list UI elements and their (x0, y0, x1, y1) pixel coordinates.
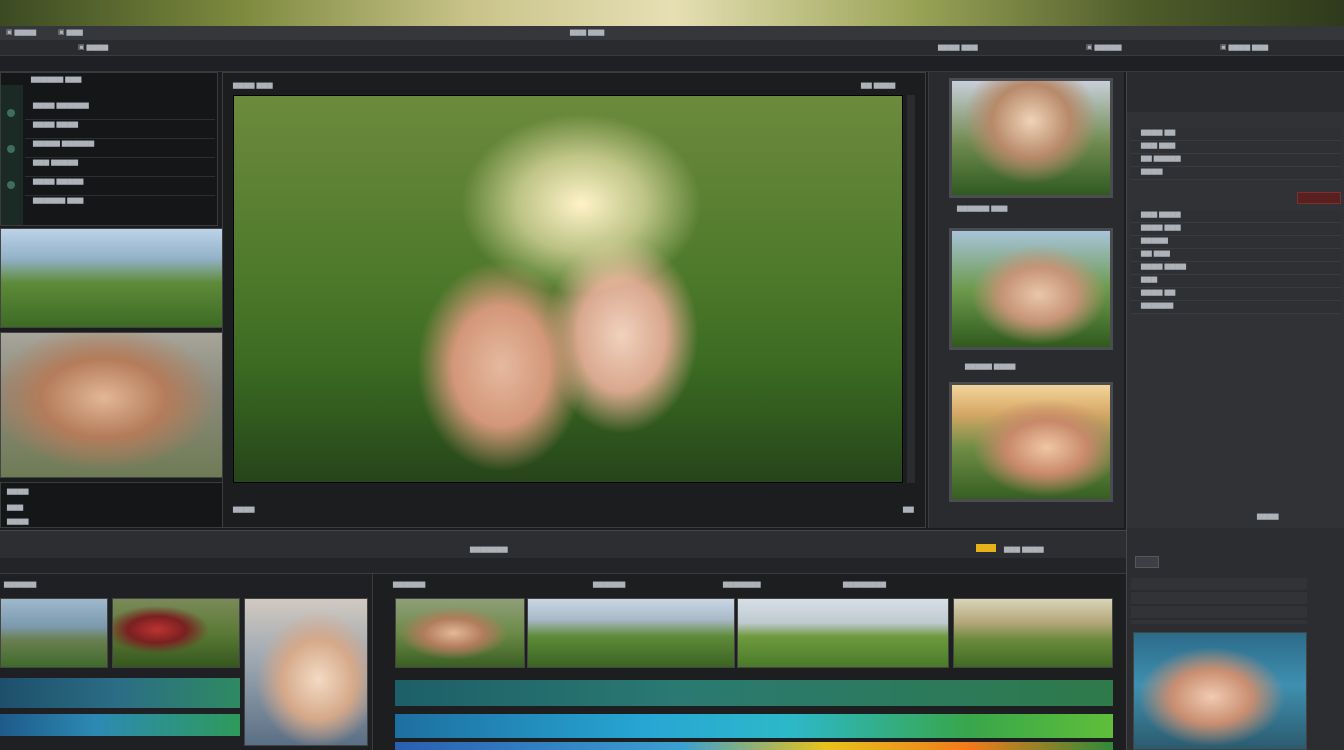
left-browser-panel: ▆▆▆▆▆▆ ▆▆▆ ▆▆▆▆ ▆▆▆▆▆▆ ▆▆▆▆ ▆▆▆▆ ▆▆▆▆▆ ▆… (0, 72, 218, 226)
timeline-main: ▆▆▆▆▆▆ ▆▆▆▆▆▆ ▆▆▆▆▆▆▆ ▆▆▆▆▆▆▆▆ (372, 574, 1126, 750)
bin-label: ▆▆▆▆▆▆ (4, 581, 37, 588)
left-media-thumbnail-landscape[interactable] (0, 228, 230, 328)
property-row[interactable]: ▆▆▆ (1131, 275, 1341, 288)
property-row[interactable]: ▆▆▆ ▆▆▆▆ (1131, 210, 1341, 223)
status-dot-icon (7, 145, 15, 153)
viewer-footer-left: ▆▆▆▆ (233, 506, 255, 513)
viewer-main-image[interactable] (233, 95, 903, 483)
timeline-right-label: ▆▆▆ ▆▆▆▆ (1004, 546, 1044, 553)
audio-track[interactable] (395, 680, 1113, 706)
video-clip[interactable] (527, 598, 735, 668)
top-toolbar: ▣ ▆▆▆▆ ▣ ▆▆▆ ▆▆▆ ▆▆▆ (0, 26, 1344, 40)
timeline-header: ▆▆▆▆▆▆▆ ▆▆▆ ▆▆▆▆ (0, 530, 1126, 558)
thumbnail-caption: ▆▆▆▆▆▆ ▆▆▆ (957, 205, 1008, 212)
clip-thumbnail[interactable] (0, 598, 108, 668)
right-bottom-rows (1131, 578, 1307, 624)
property-row[interactable]: ▆▆ ▆▆▆ (1131, 249, 1341, 262)
background-photo-strip (0, 0, 1344, 26)
list-item[interactable]: ▆▆▆▆ ▆▆▆▆ (25, 120, 215, 139)
property-row[interactable]: ▆▆ ▆▆▆▆▆ (1131, 154, 1341, 167)
clip-thumbnail[interactable] (244, 598, 368, 746)
toolbar-label-center: ▆▆▆ ▆▆▆ (570, 29, 605, 36)
property-row[interactable]: ▆▆▆▆▆ (1131, 236, 1341, 249)
preview-thumbnail[interactable] (1133, 632, 1307, 750)
track-label: ▆▆▆▆▆▆ (593, 581, 626, 588)
toolbar-label-2[interactable]: ▣ ▆▆▆ (58, 28, 83, 37)
properties-panel: ▆▆▆▆ ▆▆ ▆▆▆ ▆▆▆ ▆▆ ▆▆▆▆▆ ▆▆▆▆ ▆▆▆ ▆▆▆▆ ▆… (1126, 72, 1344, 528)
property-row[interactable]: ▆▆▆▆ ▆▆ (1131, 288, 1341, 301)
video-clip[interactable] (395, 598, 525, 668)
track-label: ▆▆▆▆▆▆▆ (723, 581, 761, 588)
property-row[interactable]: ▆▆▆▆ ▆▆ (1131, 128, 1341, 141)
viewer-panel: ▆▆▆▆ ▆▆▆ ▆▆ ▆▆▆▆ ▆▆▆▆ ▆▆ (222, 72, 926, 528)
tertiary-toolbar (0, 56, 1344, 72)
thumbnail-column: ▆▆▆▆▆▆ ▆▆▆ ▆▆▆▆▆ ▆▆▆▆ (928, 72, 1124, 528)
timeline-bin: ▆▆▆▆▆▆ (0, 574, 372, 750)
toggle-button[interactable] (1135, 556, 1159, 568)
toolbar-right-3[interactable]: ▣ ▆▆▆▆ ▆▆▆ (1220, 43, 1268, 52)
properties-header (1127, 72, 1344, 112)
secondary-toolbar: ▣ ▆▆▆▆ ▆▆▆▆ ▆▆▆ ▣ ▆▆▆▆▆ ▣ ▆▆▆▆ ▆▆▆ (0, 40, 1344, 56)
left-panel-footer: ▆▆▆▆ ▆▆▆ ▆▆▆▆ (0, 482, 230, 528)
left-panel-header: ▆▆▆▆▆▆ ▆▆▆ (31, 76, 82, 83)
property-row[interactable]: ▆▆▆ ▆▆▆ (1131, 141, 1341, 154)
toolbar-label-1[interactable]: ▣ ▆▆▆▆ (6, 28, 36, 37)
right-bottom-panel (1126, 528, 1344, 750)
timeline-ruler (0, 558, 1126, 574)
timeline-accent-marker (976, 544, 996, 552)
status-dot-icon (7, 109, 15, 117)
property-row[interactable]: ▆▆▆▆▆▆ (1131, 301, 1341, 314)
viewer-footer-right: ▆▆ (903, 506, 914, 513)
clip-thumbnail[interactable] (112, 598, 240, 668)
properties-bottom-label: ▆▆▆▆ (1257, 513, 1279, 520)
property-row[interactable]: ▆▆▆▆ (1131, 167, 1341, 180)
timeline-center-label: ▆▆▆▆▆▆▆ (470, 546, 508, 553)
left-media-thumbnail-child[interactable] (0, 332, 230, 478)
thumbnail-card[interactable] (949, 382, 1113, 502)
track-label: ▆▆▆▆▆▆ (393, 581, 426, 588)
toolbar-right-2[interactable]: ▣ ▆▆▆▆▆ (1086, 43, 1121, 52)
list-item[interactable]: ▆▆▆▆ ▆▆▆▆▆▆ (25, 101, 215, 120)
video-clip[interactable] (953, 598, 1113, 668)
video-clip[interactable] (737, 598, 949, 668)
thumbnail-card[interactable] (949, 78, 1113, 198)
audio-track[interactable] (0, 714, 240, 736)
thumbnail-card[interactable] (949, 228, 1113, 350)
properties-button[interactable] (1297, 192, 1341, 204)
toolbar-right-1[interactable]: ▆▆▆▆ ▆▆▆ (938, 43, 978, 52)
track-label: ▆▆▆▆▆▆▆▆ (843, 581, 887, 588)
list-item[interactable]: ▆▆▆▆ ▆▆▆▆▆ (25, 177, 215, 196)
property-row[interactable]: ▆▆▆▆ ▆▆▆ (1131, 223, 1341, 236)
audio-track[interactable] (0, 678, 240, 708)
footer-label[interactable]: ▆▆▆▆ (7, 487, 29, 496)
left-panel-rail (1, 85, 23, 225)
left-panel-list: ▆▆▆▆ ▆▆▆▆▆▆ ▆▆▆▆ ▆▆▆▆ ▆▆▆▆▆ ▆▆▆▆▆▆ ▆▆▆ ▆… (25, 101, 215, 214)
properties-rows: ▆▆▆▆ ▆▆ ▆▆▆ ▆▆▆ ▆▆ ▆▆▆▆▆ ▆▆▆▆ ▆▆▆ ▆▆▆▆ ▆… (1131, 128, 1341, 314)
footer-label[interactable]: ▆▆▆ (7, 503, 23, 512)
audio-track[interactable] (395, 742, 1113, 750)
status-dot-icon (7, 181, 15, 189)
thumbnail-caption: ▆▆▆▆▆ ▆▆▆▆ (965, 363, 1016, 370)
list-item[interactable]: ▆▆▆▆▆ ▆▆▆▆▆▆ (25, 139, 215, 158)
viewer-scrollbar[interactable] (907, 95, 915, 483)
list-item[interactable]: ▆▆▆▆▆▆ ▆▆▆ (25, 196, 215, 214)
property-row[interactable]: ▆▆▆▆ ▆▆▆▆ (1131, 262, 1341, 275)
footer-label[interactable]: ▆▆▆▆ (7, 517, 29, 526)
audio-track[interactable] (395, 714, 1113, 738)
list-item[interactable]: ▆▆▆ ▆▆▆▆▆ (25, 158, 215, 177)
viewer-header-right: ▆▆ ▆▆▆▆ (861, 82, 896, 89)
toolbar-label-3[interactable]: ▣ ▆▆▆▆ (78, 43, 108, 52)
viewer-header-left: ▆▆▆▆ ▆▆▆ (233, 82, 273, 89)
